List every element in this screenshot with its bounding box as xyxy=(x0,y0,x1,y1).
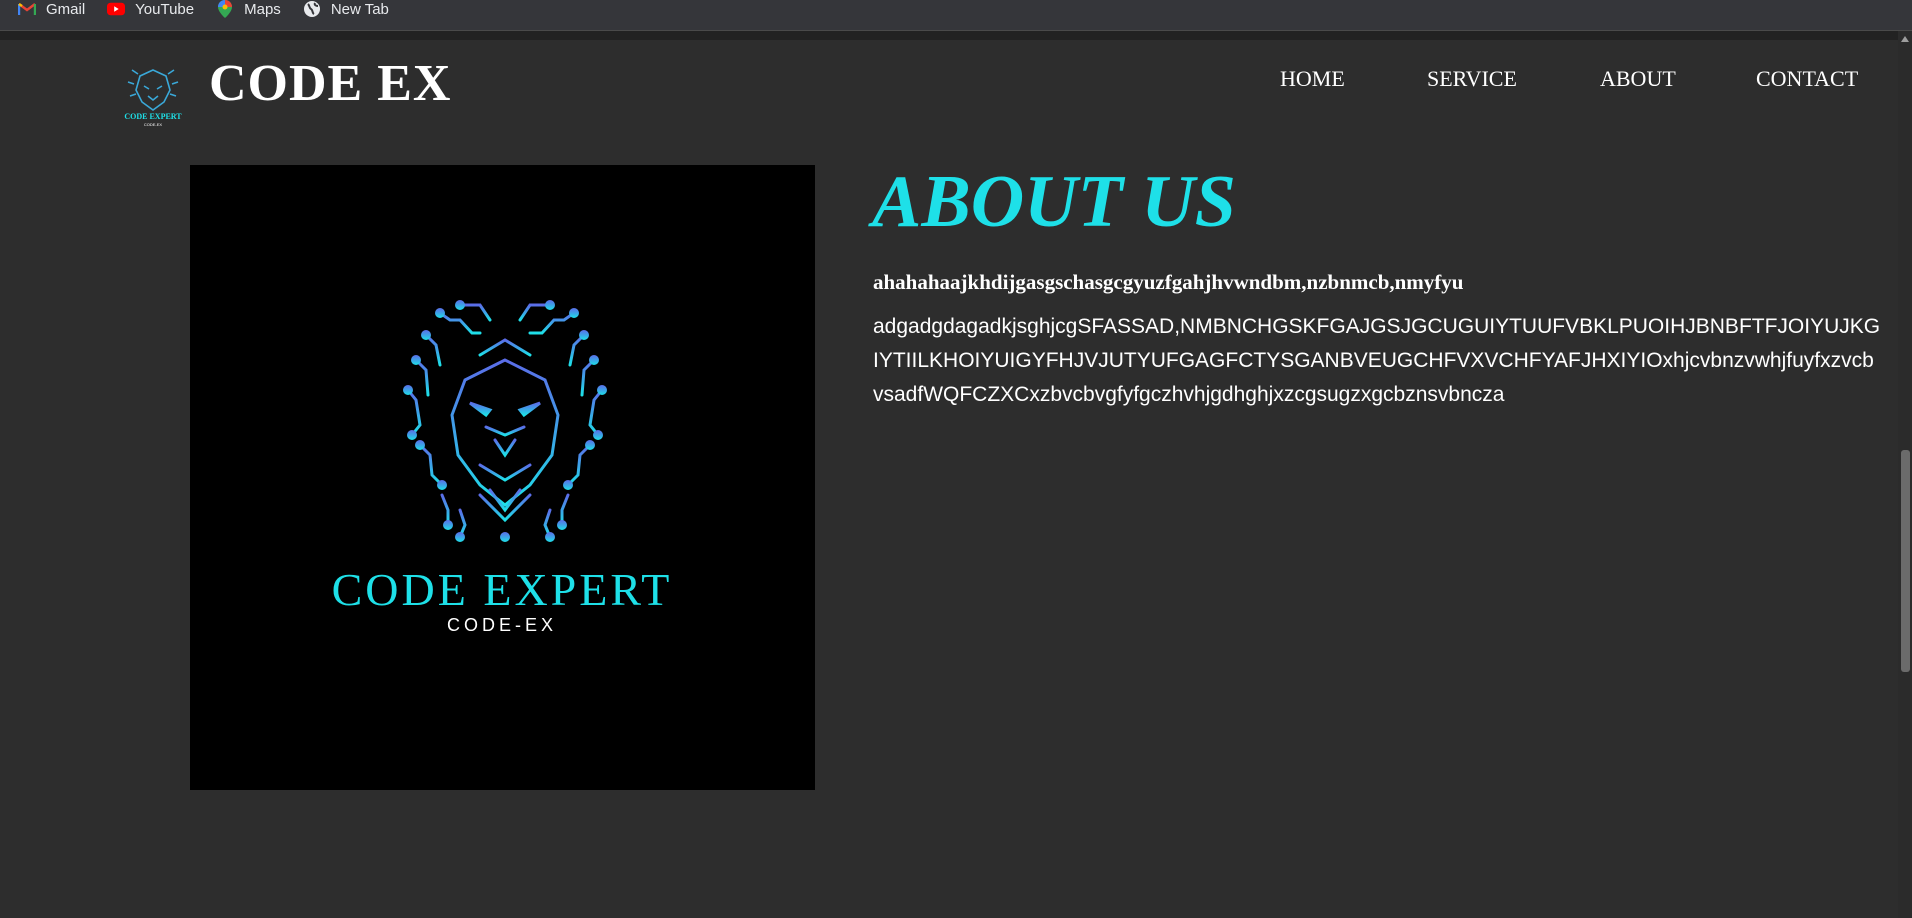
logo-subtext: CODE-EX xyxy=(144,122,163,127)
brand-title[interactable]: CODE EX xyxy=(209,54,451,113)
page-top-strip xyxy=(0,31,1898,40)
scrollbar-thumb[interactable] xyxy=(1901,450,1910,672)
lion-circuit-icon xyxy=(406,303,604,539)
bookmark-label: Maps xyxy=(244,0,281,18)
maps-icon xyxy=(216,0,234,18)
nav-contact[interactable]: CONTACT xyxy=(1756,66,1858,92)
youtube-icon xyxy=(107,0,126,18)
about-title: ABOUT US xyxy=(872,161,1236,243)
globe-icon xyxy=(303,0,321,18)
nav-about[interactable]: ABOUT xyxy=(1600,66,1676,92)
nav-home[interactable]: HOME xyxy=(1280,66,1345,92)
site-logo[interactable]: CODE EXPERT CODE-EX xyxy=(118,62,188,128)
about-body: adgadgdagadkjsghjcgSFASSAD,NMBNCHGSKFGAJ… xyxy=(873,315,1881,406)
bookmark-label: YouTube xyxy=(135,0,195,18)
bookmark-youtube[interactable]: YouTube xyxy=(107,0,194,25)
bookmark-new-tab[interactable]: New Tab xyxy=(303,0,389,25)
bookmark-label: New Tab xyxy=(330,0,389,18)
bookmarks-bar: Gmail YouTube Maps New Tab xyxy=(0,0,1912,31)
about-image: CODE EXPERT CODE-EX xyxy=(190,165,815,790)
site-navbar: CODE EXPERT CODE-EX CODE EX HOME SERVICE… xyxy=(0,40,1898,170)
bookmark-label: Gmail xyxy=(46,0,86,18)
bookmark-gmail[interactable]: Gmail xyxy=(18,0,85,25)
hero-image-subtitle: CODE-EX xyxy=(447,615,557,635)
about-subtitle: ahahahaajkhdijgasgschasgcgyuzfgahjhvwndb… xyxy=(873,270,1464,294)
hero-image-title: CODE EXPERT xyxy=(332,564,673,615)
gmail-icon xyxy=(18,0,36,18)
logo-text: CODE EXPERT xyxy=(124,112,182,121)
nav-service[interactable]: SERVICE xyxy=(1427,66,1517,92)
scroll-up-arrow-icon[interactable] xyxy=(1901,36,1909,42)
bookmark-maps[interactable]: Maps xyxy=(216,0,281,25)
